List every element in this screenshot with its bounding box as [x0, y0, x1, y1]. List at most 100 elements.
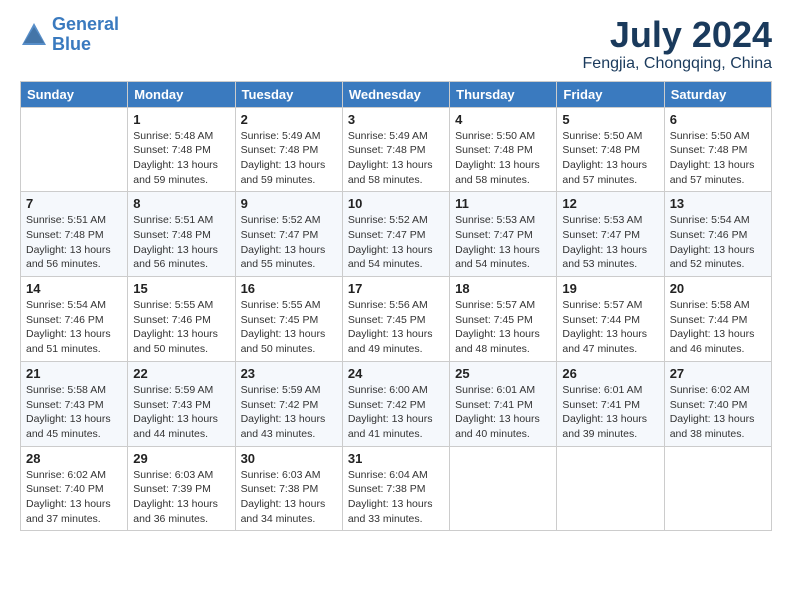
day-info: Sunrise: 5:50 AMSunset: 7:48 PMDaylight:… [670, 129, 766, 188]
logo: General Blue [20, 15, 119, 55]
day-info: Sunrise: 5:49 AMSunset: 7:48 PMDaylight:… [241, 129, 337, 188]
day-number: 19 [562, 281, 658, 296]
day-info: Sunrise: 5:58 AMSunset: 7:44 PMDaylight:… [670, 298, 766, 357]
day-number: 31 [348, 451, 444, 466]
calendar-cell: 24 Sunrise: 6:00 AMSunset: 7:42 PMDayligh… [342, 361, 449, 446]
day-info: Sunrise: 6:03 AMSunset: 7:38 PMDaylight:… [241, 468, 337, 527]
day-number: 23 [241, 366, 337, 381]
weekday-header: Sunday [21, 81, 128, 107]
day-info: Sunrise: 5:56 AMSunset: 7:45 PMDaylight:… [348, 298, 444, 357]
weekday-header: Saturday [664, 81, 771, 107]
calendar-cell: 5 Sunrise: 5:50 AMSunset: 7:48 PMDaylight… [557, 107, 664, 192]
day-info: Sunrise: 6:04 AMSunset: 7:38 PMDaylight:… [348, 468, 444, 527]
day-number: 15 [133, 281, 229, 296]
day-info: Sunrise: 5:51 AMSunset: 7:48 PMDaylight:… [133, 213, 229, 272]
day-number: 21 [26, 366, 122, 381]
calendar-cell: 29 Sunrise: 6:03 AMSunset: 7:39 PMDayligh… [128, 446, 235, 531]
day-number: 11 [455, 196, 551, 211]
day-number: 24 [348, 366, 444, 381]
day-info: Sunrise: 5:55 AMSunset: 7:45 PMDaylight:… [241, 298, 337, 357]
day-info: Sunrise: 5:52 AMSunset: 7:47 PMDaylight:… [348, 213, 444, 272]
day-number: 14 [26, 281, 122, 296]
day-number: 1 [133, 112, 229, 127]
day-number: 7 [26, 196, 122, 211]
day-info: Sunrise: 6:00 AMSunset: 7:42 PMDaylight:… [348, 383, 444, 442]
day-info: Sunrise: 5:54 AMSunset: 7:46 PMDaylight:… [26, 298, 122, 357]
calendar-table: SundayMondayTuesdayWednesdayThursdayFrid… [20, 81, 772, 532]
day-info: Sunrise: 5:52 AMSunset: 7:47 PMDaylight:… [241, 213, 337, 272]
day-number: 5 [562, 112, 658, 127]
calendar-cell: 17 Sunrise: 5:56 AMSunset: 7:45 PMDayligh… [342, 277, 449, 362]
calendar-cell: 26 Sunrise: 6:01 AMSunset: 7:41 PMDayligh… [557, 361, 664, 446]
day-number: 26 [562, 366, 658, 381]
day-number: 2 [241, 112, 337, 127]
day-info: Sunrise: 5:58 AMSunset: 7:43 PMDaylight:… [26, 383, 122, 442]
calendar-week-row: 1 Sunrise: 5:48 AMSunset: 7:48 PMDaylight… [21, 107, 772, 192]
day-number: 10 [348, 196, 444, 211]
day-number: 6 [670, 112, 766, 127]
calendar-cell: 9 Sunrise: 5:52 AMSunset: 7:47 PMDaylight… [235, 192, 342, 277]
day-info: Sunrise: 6:01 AMSunset: 7:41 PMDaylight:… [455, 383, 551, 442]
weekday-header: Thursday [450, 81, 557, 107]
logo-text2: Blue [52, 35, 119, 55]
calendar-cell: 8 Sunrise: 5:51 AMSunset: 7:48 PMDaylight… [128, 192, 235, 277]
weekday-header: Monday [128, 81, 235, 107]
day-number: 17 [348, 281, 444, 296]
calendar-cell: 19Sunrise: 5:57 AMSunset: 7:44 PMDayligh… [557, 277, 664, 362]
logo-text: General [52, 15, 119, 35]
day-info: Sunrise: 6:02 AMSunset: 7:40 PMDaylight:… [26, 468, 122, 527]
day-info: Sunrise: 5:59 AMSunset: 7:43 PMDaylight:… [133, 383, 229, 442]
day-info: Sunrise: 6:01 AMSunset: 7:41 PMDaylight:… [562, 383, 658, 442]
calendar-cell [450, 446, 557, 531]
logo-icon [20, 21, 48, 49]
calendar-cell: 16 Sunrise: 5:55 AMSunset: 7:45 PMDayligh… [235, 277, 342, 362]
calendar-cell: 7 Sunrise: 5:51 AMSunset: 7:48 PMDaylight… [21, 192, 128, 277]
calendar-week-row: 7 Sunrise: 5:51 AMSunset: 7:48 PMDaylight… [21, 192, 772, 277]
calendar-cell [664, 446, 771, 531]
calendar-cell: 23 Sunrise: 5:59 AMSunset: 7:42 PMDayligh… [235, 361, 342, 446]
calendar-cell: 25Sunrise: 6:01 AMSunset: 7:41 PMDayligh… [450, 361, 557, 446]
calendar-cell: 10 Sunrise: 5:52 AMSunset: 7:47 PMDayligh… [342, 192, 449, 277]
day-info: Sunrise: 5:48 AMSunset: 7:48 PMDaylight:… [133, 129, 229, 188]
calendar-cell: 11 Sunrise: 5:53 AMSunset: 7:47 PMDayligh… [450, 192, 557, 277]
calendar-week-row: 14 Sunrise: 5:54 AMSunset: 7:46 PMDayligh… [21, 277, 772, 362]
header: General Blue July 2024 Fengjia, Chongqin… [20, 15, 772, 73]
day-number: 3 [348, 112, 444, 127]
day-info: Sunrise: 5:50 AMSunset: 7:48 PMDaylight:… [562, 129, 658, 188]
calendar-cell: 18Sunrise: 5:57 AMSunset: 7:45 PMDayligh… [450, 277, 557, 362]
day-number: 16 [241, 281, 337, 296]
weekday-header: Wednesday [342, 81, 449, 107]
day-number: 30 [241, 451, 337, 466]
location: Fengjia, Chongqing, China [583, 55, 772, 73]
calendar-cell: 6 Sunrise: 5:50 AMSunset: 7:48 PMDaylight… [664, 107, 771, 192]
day-number: 9 [241, 196, 337, 211]
calendar-week-row: 21 Sunrise: 5:58 AMSunset: 7:43 PMDayligh… [21, 361, 772, 446]
calendar-cell: 4Sunrise: 5:50 AMSunset: 7:48 PMDaylight… [450, 107, 557, 192]
day-info: Sunrise: 5:50 AMSunset: 7:48 PMDaylight:… [455, 129, 551, 188]
calendar-cell [21, 107, 128, 192]
day-number: 29 [133, 451, 229, 466]
calendar-cell: 28 Sunrise: 6:02 AMSunset: 7:40 PMDayligh… [21, 446, 128, 531]
page-container: General Blue July 2024 Fengjia, Chongqin… [0, 0, 792, 541]
day-number: 22 [133, 366, 229, 381]
month-title: July 2024 [583, 15, 772, 55]
day-number: 28 [26, 451, 122, 466]
day-number: 20 [670, 281, 766, 296]
calendar-cell: 30 Sunrise: 6:03 AMSunset: 7:38 PMDayligh… [235, 446, 342, 531]
calendar-cell: 20 Sunrise: 5:58 AMSunset: 7:44 PMDayligh… [664, 277, 771, 362]
weekday-header: Friday [557, 81, 664, 107]
calendar-cell: 22 Sunrise: 5:59 AMSunset: 7:43 PMDayligh… [128, 361, 235, 446]
day-info: Sunrise: 5:54 AMSunset: 7:46 PMDaylight:… [670, 213, 766, 272]
day-info: Sunrise: 5:53 AMSunset: 7:47 PMDaylight:… [455, 213, 551, 272]
day-number: 13 [670, 196, 766, 211]
day-number: 18 [455, 281, 551, 296]
calendar-cell: 12Sunrise: 5:53 AMSunset: 7:47 PMDayligh… [557, 192, 664, 277]
day-info: Sunrise: 5:51 AMSunset: 7:48 PMDaylight:… [26, 213, 122, 272]
day-info: Sunrise: 5:59 AMSunset: 7:42 PMDaylight:… [241, 383, 337, 442]
calendar-cell: 3Sunrise: 5:49 AMSunset: 7:48 PMDaylight… [342, 107, 449, 192]
day-number: 8 [133, 196, 229, 211]
day-number: 12 [562, 196, 658, 211]
weekday-header: Tuesday [235, 81, 342, 107]
day-info: Sunrise: 6:03 AMSunset: 7:39 PMDaylight:… [133, 468, 229, 527]
calendar-cell [557, 446, 664, 531]
